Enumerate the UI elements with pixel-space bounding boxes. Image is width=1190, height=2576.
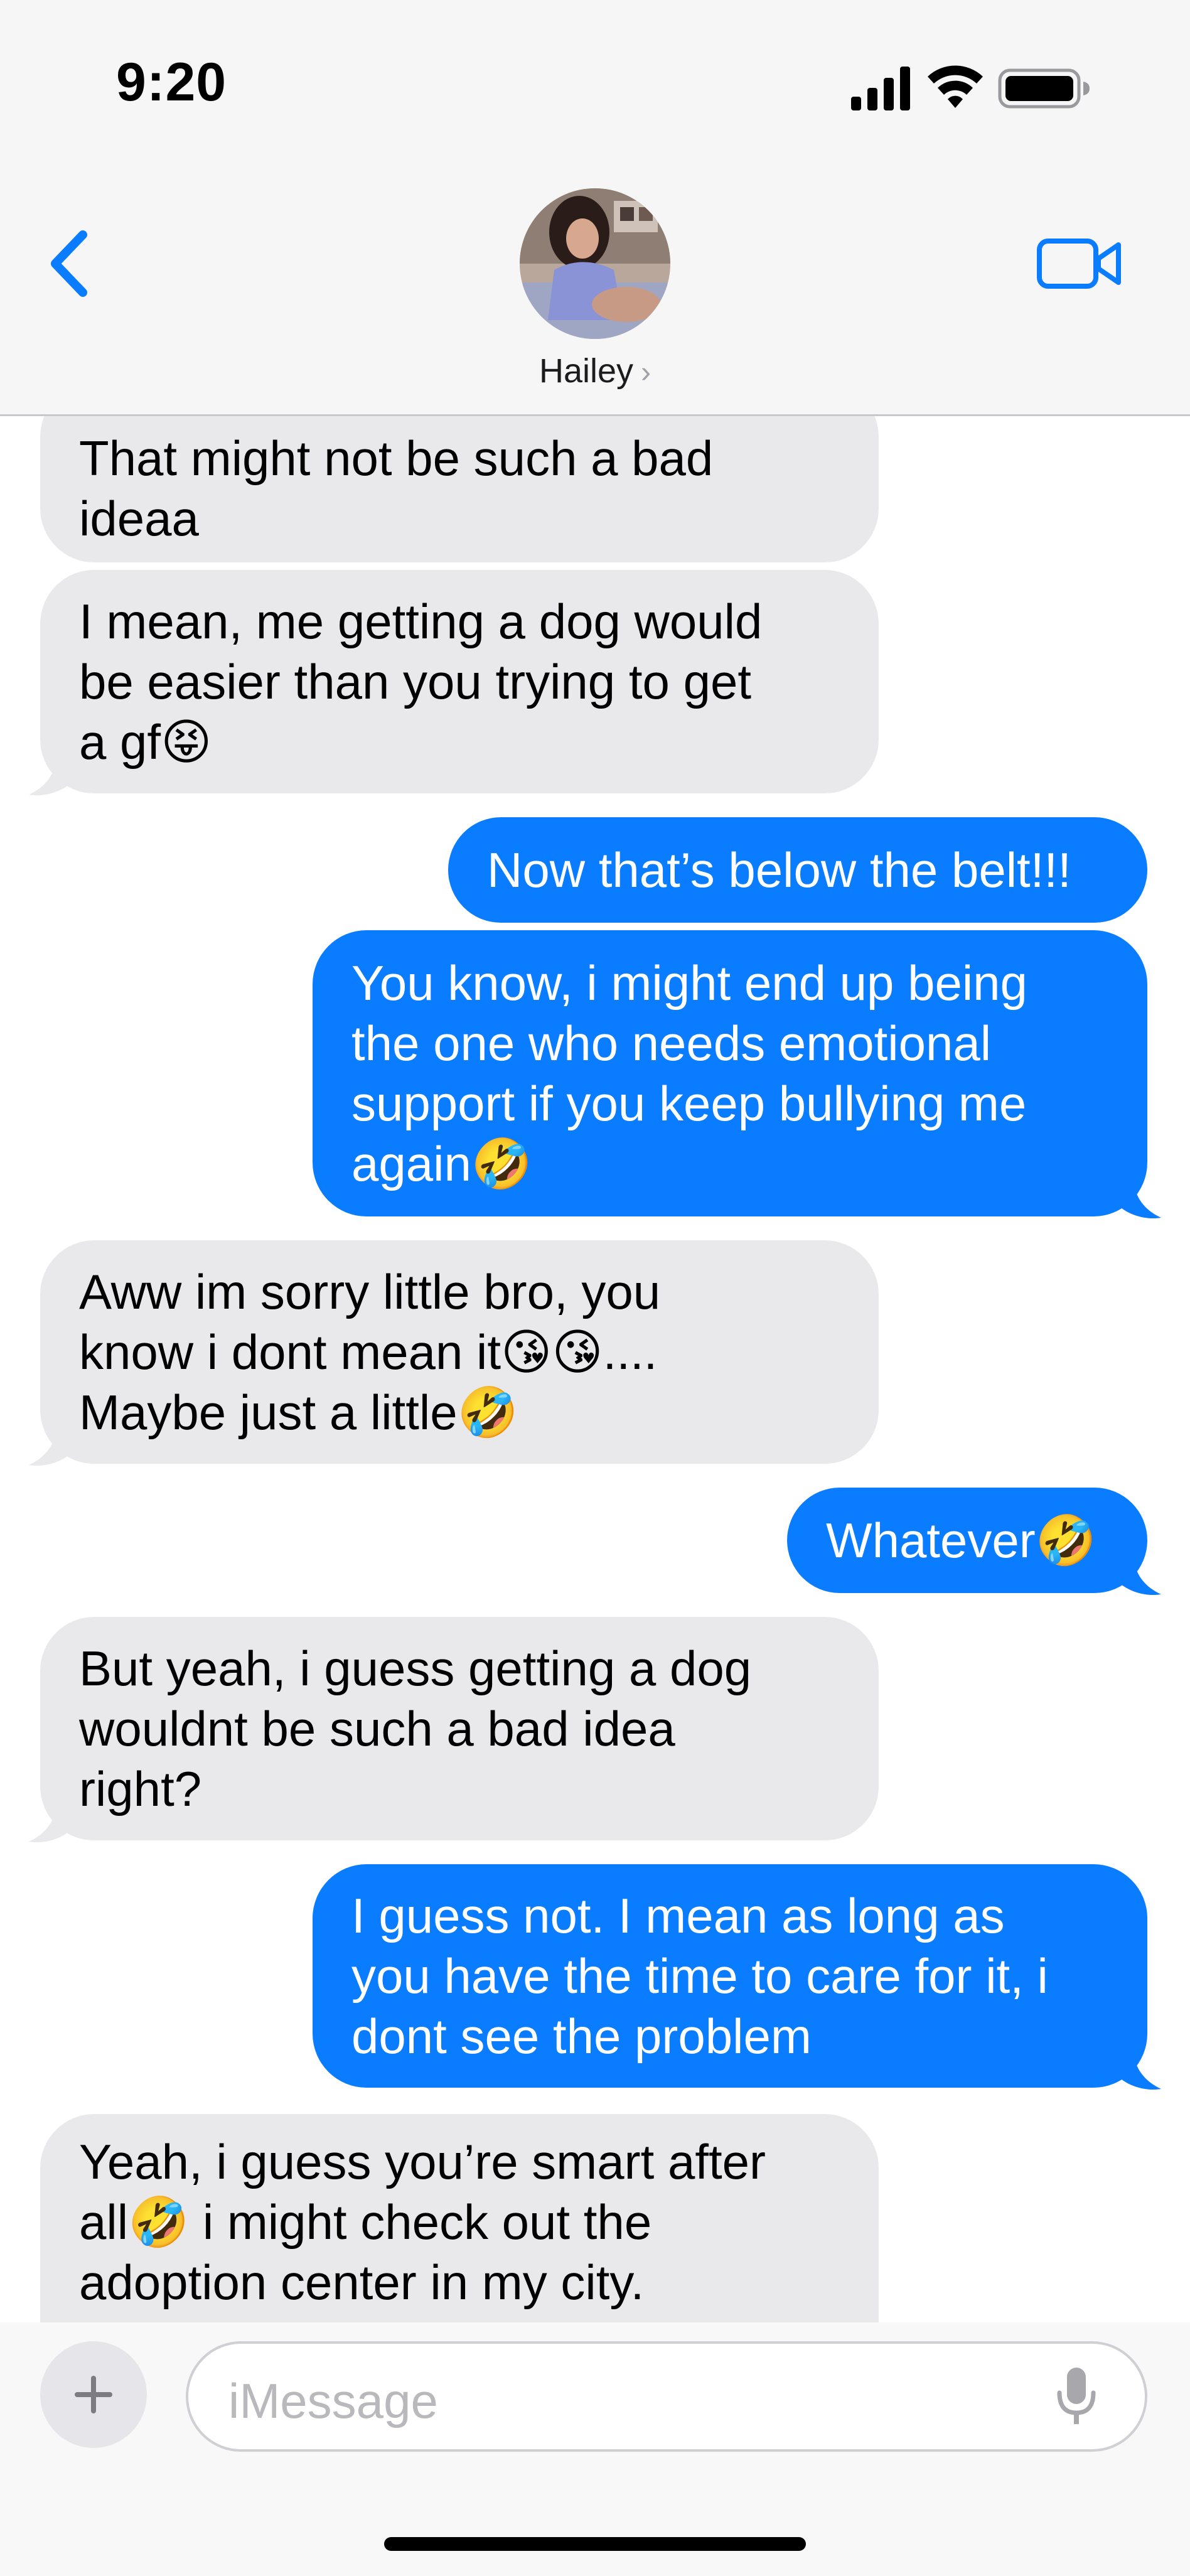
- message-line: Yeah, i guess you’re smart after: [79, 2134, 766, 2189]
- message-line: right?: [79, 1761, 202, 1817]
- conversation-header: 9:20 Hailey ›: [0, 0, 1190, 416]
- bubble-tail-incoming: [29, 753, 69, 796]
- message-text: Aww im sorry little bro, you know i dont…: [79, 1262, 660, 1442]
- message-line: wouldnt be such a bad idea: [79, 1701, 675, 1756]
- message-line: You know, i might end up being: [351, 955, 1027, 1011]
- message-line: adoption center in my city.: [79, 2255, 645, 2310]
- message-text: But yeah, i guess getting a dog wouldnt …: [79, 1638, 751, 1819]
- message-line: Maybe just a little🤣: [79, 1385, 518, 1440]
- message-text: Yeah, i guess you’re smart after all🤣 i …: [79, 2114, 766, 2312]
- message-text: That might not be such a bad ideaa: [79, 397, 713, 549]
- status-time: 9:20: [116, 52, 227, 112]
- message-bubble-outgoing[interactable]: You know, i might end up being the one w…: [313, 930, 1147, 1216]
- message-line: you have the time to care for it, i: [351, 1948, 1048, 2004]
- contact-avatar[interactable]: [520, 188, 670, 339]
- back-button[interactable]: [44, 226, 100, 301]
- bubble-tail-outgoing: [1121, 2047, 1161, 2090]
- bubble-tail-incoming: [29, 1424, 69, 1466]
- plus-icon-stroke: [91, 2376, 96, 2413]
- wifi-icon: [928, 65, 983, 108]
- message-bubble-outgoing[interactable]: Whatever🤣: [787, 1488, 1147, 1593]
- message-input[interactable]: iMessage: [186, 2341, 1147, 2452]
- message-line: know i dont mean it😘😘....: [79, 1324, 658, 1380]
- message-line: dont see the problem: [351, 2009, 812, 2064]
- message-line: a gf😝: [79, 714, 212, 770]
- message-line: Aww im sorry little bro, you: [79, 1264, 661, 1319]
- contact-name: Hailey: [539, 352, 634, 390]
- message-text: I mean, me getting a dog would be easier…: [79, 591, 762, 772]
- microphone-icon: [1057, 2368, 1096, 2424]
- message-line: the one who needs emotional: [351, 1016, 992, 1071]
- message-line: I mean, me getting a dog would: [79, 594, 763, 649]
- message-bubble-outgoing[interactable]: I guess not. I mean as long as you have …: [313, 1864, 1147, 2088]
- message-line: be easier than you trying to get: [79, 654, 752, 709]
- facetime-video-button[interactable]: [1036, 232, 1123, 295]
- contact-name-button[interactable]: Hailey ›: [0, 352, 1190, 390]
- message-text: I guess not. I mean as long as you have …: [351, 1886, 1048, 2066]
- home-indicator: [384, 2537, 806, 2551]
- message-bubble-incoming[interactable]: But yeah, i guess getting a dog wouldnt …: [40, 1617, 879, 1840]
- message-line: support if you keep bullying me: [351, 1076, 1027, 1131]
- message-bubble-incoming[interactable]: Aww im sorry little bro, you know i dont…: [40, 1240, 879, 1464]
- apps-plus-button[interactable]: [40, 2341, 147, 2448]
- dictation-button[interactable]: [1054, 2365, 1098, 2428]
- chevron-right-icon: ›: [641, 356, 651, 389]
- message-line: Whatever🤣: [826, 1513, 1096, 1568]
- message-line: Now that’s below the belt!!!: [487, 842, 1071, 898]
- bubble-tail-outgoing: [1121, 1176, 1161, 1219]
- message-line: all🤣 i might check out the: [79, 2194, 652, 2250]
- avatar-photo: [520, 188, 670, 339]
- message-line: again🤣: [351, 1136, 532, 1191]
- bubble-tail-incoming: [29, 1800, 69, 1843]
- battery-icon: [998, 68, 1090, 109]
- message-bubble-outgoing[interactable]: Now that’s below the belt!!!: [448, 817, 1147, 923]
- message-bubble-incoming[interactable]: I mean, me getting a dog would be easier…: [40, 570, 879, 793]
- message-line: That might not be such a bad: [79, 431, 714, 486]
- message-line: But yeah, i guess getting a dog: [79, 1641, 752, 1696]
- chevron-left-icon: [51, 230, 87, 297]
- cellular-signal-icon: [851, 67, 910, 110]
- message-input-placeholder: iMessage: [228, 2373, 438, 2428]
- message-line: I guess not. I mean as long as: [351, 1888, 1005, 1943]
- bubble-tail-outgoing: [1121, 1553, 1161, 1596]
- message-line: ideaa: [79, 491, 199, 546]
- message-text: You know, i might end up being the one w…: [351, 953, 1027, 1194]
- video-camera-icon: [1037, 239, 1121, 289]
